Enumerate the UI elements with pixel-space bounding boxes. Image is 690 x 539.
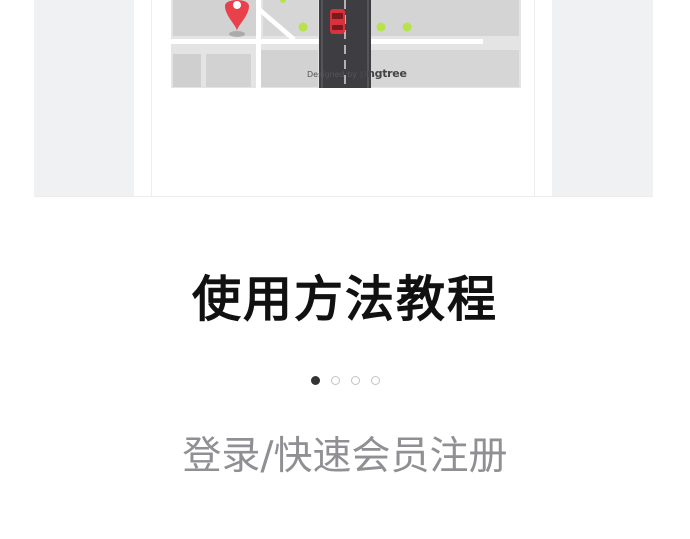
green-dot — [402, 22, 412, 32]
slide-border-right — [534, 0, 535, 197]
tutorial-carousel[interactable]: Designed by pngtree — [0, 0, 690, 198]
pager-dot-1[interactable] — [310, 376, 320, 385]
map-block — [206, 54, 251, 87]
car-icon — [330, 9, 345, 34]
map-block — [371, 0, 519, 36]
slide-border-left — [151, 0, 152, 197]
carousel-divider — [34, 196, 653, 197]
carousel-pager — [0, 376, 690, 385]
next-slide-peek[interactable] — [552, 0, 653, 197]
watermark: Designed by pngtree — [307, 67, 407, 80]
login-register-link[interactable]: 登录/快速会员注册 — [0, 430, 690, 484]
watermark-brand: pngtree — [359, 67, 407, 80]
watermark-prefix: Designed by — [307, 70, 357, 79]
green-dot — [376, 22, 386, 32]
pager-dot-2[interactable] — [330, 376, 340, 385]
map-block — [173, 54, 201, 87]
pager-dot-3[interactable] — [350, 376, 360, 385]
green-dot — [298, 22, 308, 32]
page: Designed by pngtree 使用方法教程 登录/快速会员注册 — [0, 0, 690, 539]
pager-dot-4[interactable] — [370, 376, 380, 385]
previous-slide-peek[interactable] — [34, 0, 134, 197]
page-title: 使用方法教程 — [191, 271, 498, 328]
map-street — [256, 0, 261, 88]
